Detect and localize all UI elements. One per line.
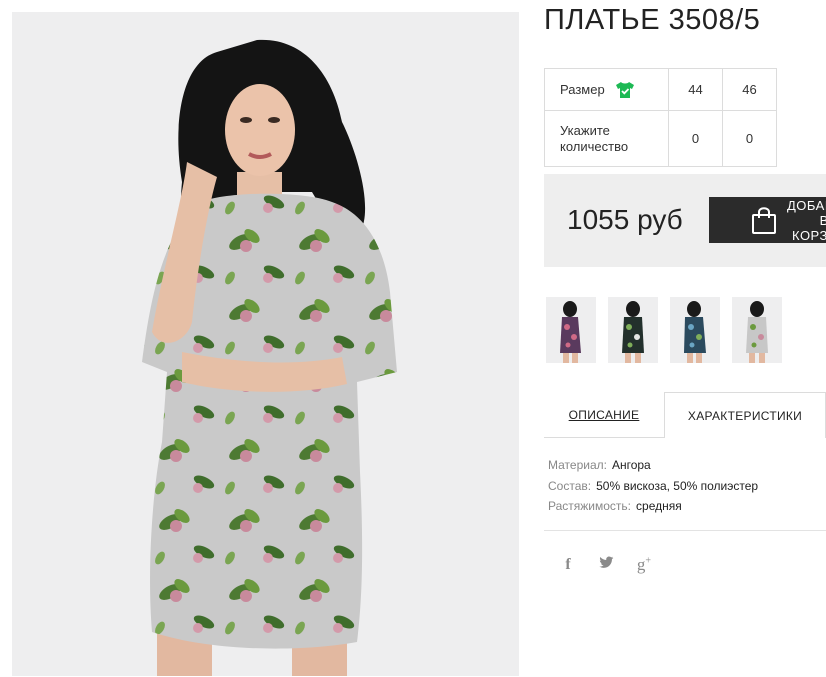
price-panel: 1055 руб ДОБАВИТЬ В КОРЗИНУ <box>544 174 826 267</box>
dress-thumbnail-pink-floral[interactable] <box>546 297 596 363</box>
spec-row-material: Материал: Ангора <box>548 455 758 476</box>
tab-characteristics[interactable]: ХАРАКТЕРИСТИКИ <box>664 392 826 438</box>
model-photo-illustration <box>12 12 519 676</box>
twitter-icon[interactable] <box>598 556 614 574</box>
product-title: ПЛАТЬЕ 3508/5 <box>544 4 761 36</box>
dress-thumbnail-green-floral[interactable] <box>608 297 658 363</box>
product-info-tabs: ОПИСАНИЕ ХАРАКТЕРИСТИКИ <box>544 392 826 438</box>
spec-key: Растяжимость: <box>548 499 632 513</box>
spec-row-composition: Состав: 50% вискоза, 50% полиэстер <box>548 476 758 497</box>
spec-value: Ангора <box>611 458 651 472</box>
characteristics-list: Материал: Ангора Состав: 50% вискоза, 50% … <box>548 455 758 517</box>
size-quantity-table: Размер 44 46 Укажите количество 0 0 <box>544 68 777 167</box>
size-label-cell: Размер <box>544 68 669 111</box>
social-share: f g+ <box>560 555 652 575</box>
tab-description[interactable]: ОПИСАНИЕ <box>544 392 664 438</box>
quantity-input-44[interactable]: 0 <box>668 110 723 167</box>
dress-thumbnail-blue-floral[interactable] <box>670 297 720 363</box>
spec-key: Материал: <box>548 458 607 472</box>
google-plus-icon[interactable]: g+ <box>636 555 652 575</box>
quantity-input-46[interactable]: 0 <box>722 110 777 167</box>
add-to-cart-button[interactable]: ДОБАВИТЬ В КОРЗИНУ <box>709 197 826 243</box>
product-price: 1055 руб <box>567 204 683 235</box>
divider <box>544 530 826 531</box>
quantity-label: Укажите количество <box>560 122 629 154</box>
add-to-cart-label: ДОБАВИТЬ В КОРЗИНУ <box>787 197 826 243</box>
thumbnail-gallery <box>546 297 782 363</box>
shopping-bag-icon <box>751 206 777 234</box>
size-chart-tshirt-icon[interactable] <box>615 81 635 99</box>
spec-value: средняя <box>636 499 682 513</box>
spec-key: Состав: <box>548 478 592 493</box>
size-option-44[interactable]: 44 <box>668 68 723 111</box>
dress-thumbnail-grey-floral[interactable] <box>732 297 782 363</box>
size-label: Размер <box>560 82 605 97</box>
facebook-icon[interactable]: f <box>560 556 576 574</box>
product-main-image[interactable] <box>12 12 519 676</box>
spec-row-stretch: Растяжимость: средняя <box>548 496 758 517</box>
size-option-46[interactable]: 46 <box>722 68 777 111</box>
spec-value: 50% вискоза, 50% полиэстер <box>596 478 759 493</box>
